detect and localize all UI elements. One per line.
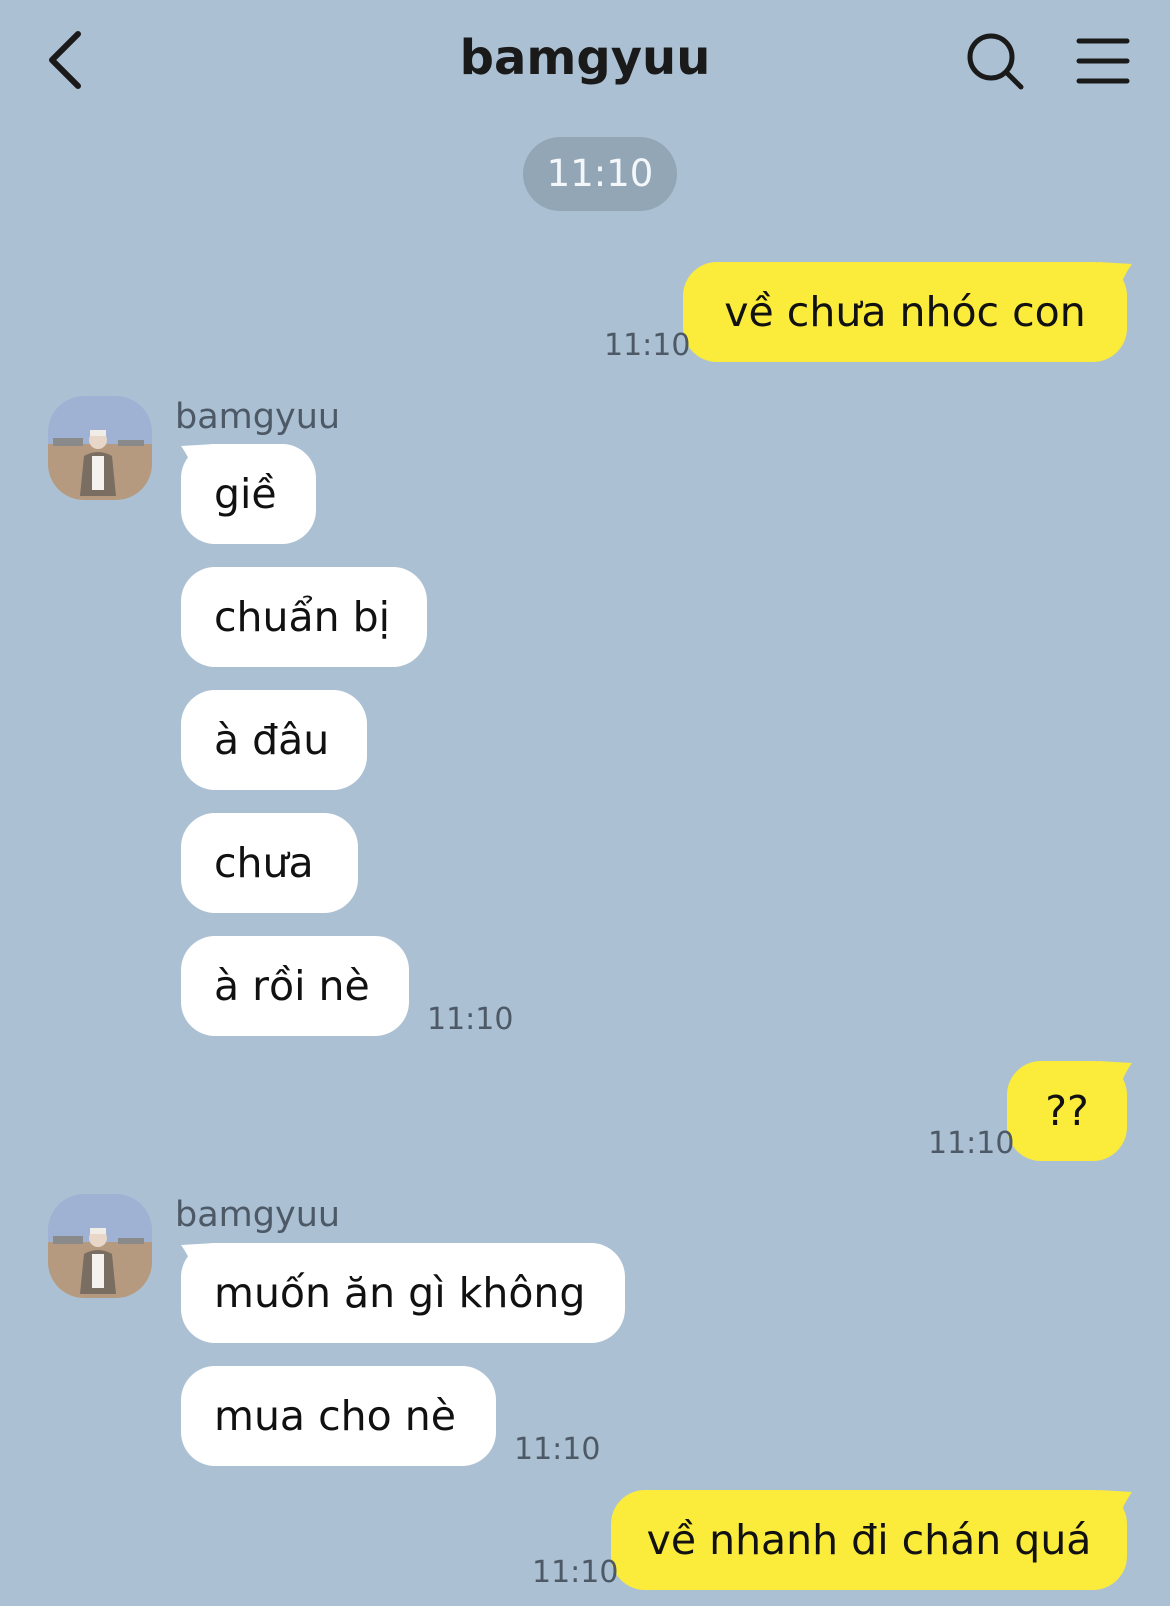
- my-message-bubble[interactable]: về chưa nhóc con: [683, 262, 1127, 362]
- search-button[interactable]: [966, 32, 1026, 92]
- hamburger-menu-icon: [1076, 38, 1130, 84]
- sender-name: bamgyuu: [175, 1195, 341, 1235]
- message-timestamp: 11:10: [427, 1002, 514, 1037]
- bubble-tail: [1098, 1061, 1132, 1089]
- my-message-bubble[interactable]: về nhanh đi chán quá: [611, 1490, 1127, 1590]
- date-separator: 11:10: [523, 137, 677, 211]
- avatar[interactable]: [48, 396, 152, 500]
- message-timestamp: 11:10: [514, 1432, 601, 1467]
- bubble-tail: [1098, 262, 1132, 290]
- sender-name: bamgyuu: [175, 397, 341, 437]
- their-message-bubble[interactable]: mua cho nè: [181, 1366, 496, 1466]
- their-message-bubble[interactable]: chuẩn bị: [181, 567, 427, 667]
- their-message-bubble[interactable]: giề: [181, 444, 316, 544]
- avatar[interactable]: [48, 1194, 152, 1298]
- avatar-photo-icon: [48, 396, 152, 500]
- bubble-tail: [1098, 1490, 1132, 1518]
- search-icon: [967, 33, 1024, 90]
- their-message-bubble[interactable]: à rồi nè: [181, 936, 409, 1036]
- avatar-photo-icon: [48, 1194, 152, 1298]
- their-message-bubble[interactable]: à đâu: [181, 690, 367, 790]
- message-timestamp: 11:10: [604, 328, 691, 363]
- their-message-bubble[interactable]: chưa: [181, 813, 358, 913]
- message-timestamp: 11:10: [928, 1126, 1015, 1161]
- message-timestamp: 11:10: [532, 1555, 619, 1590]
- their-message-bubble[interactable]: muốn ăn gì không: [181, 1243, 625, 1343]
- menu-button[interactable]: [1076, 36, 1130, 86]
